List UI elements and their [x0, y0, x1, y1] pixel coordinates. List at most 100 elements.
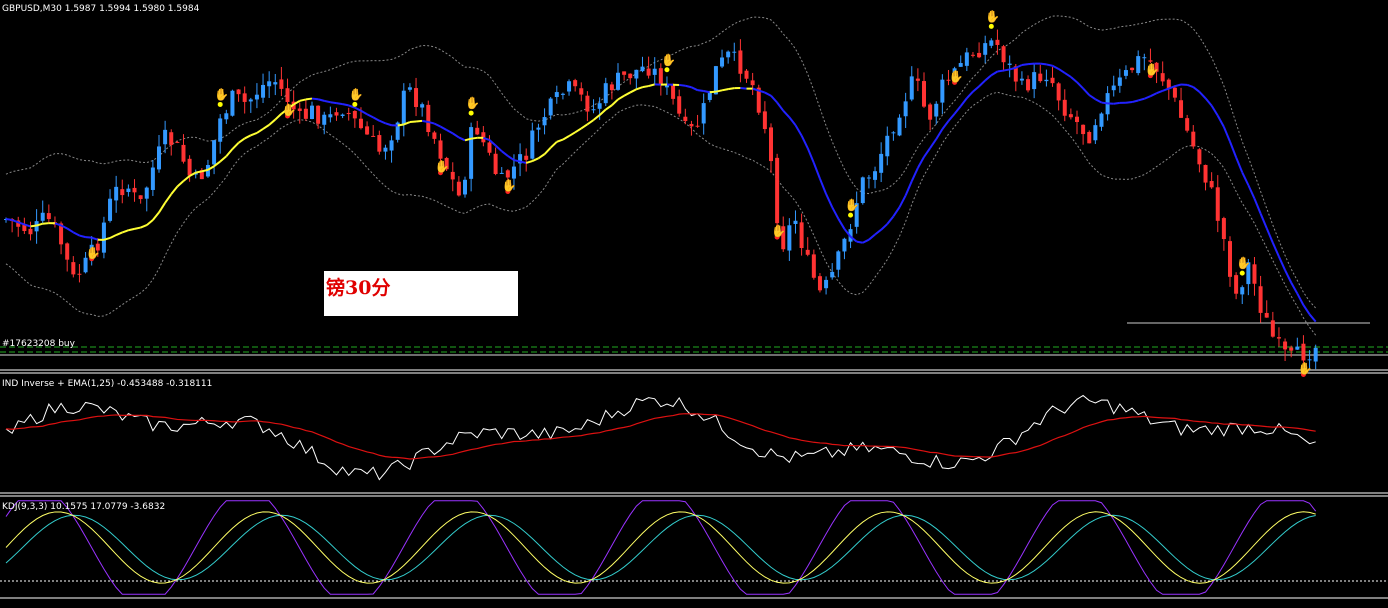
candles [4, 29, 1318, 372]
candle-body [548, 98, 553, 116]
ma-segment [470, 136, 478, 140]
ma-segment [978, 79, 986, 88]
ma-segment [91, 236, 99, 241]
ma-segment [721, 88, 729, 92]
candle-body [964, 52, 969, 66]
candle-body [132, 187, 137, 193]
top-dot-marker [468, 110, 474, 116]
ma-segment [1302, 304, 1311, 315]
candle-body [940, 79, 945, 103]
ma-segment [336, 102, 343, 106]
hand-icon: ✋ [465, 96, 480, 110]
ma-segment [709, 90, 717, 94]
top-dot-marker [217, 101, 223, 107]
ma-segment [935, 128, 944, 140]
candle-body [169, 132, 174, 145]
kdj-j-line [5, 500, 1317, 595]
candle-body [793, 220, 798, 224]
ma-segment [549, 141, 558, 149]
ma-segment [433, 122, 441, 128]
candle-body [432, 132, 437, 139]
kdj-k-line [5, 511, 1316, 584]
candle-body [1234, 275, 1239, 294]
candle-body [1258, 286, 1263, 313]
candle-body [1228, 241, 1232, 277]
ma-segment [378, 119, 386, 125]
ma-segment [953, 105, 962, 115]
ma-segment [568, 131, 576, 137]
ma-segment [421, 119, 429, 123]
ma-segment [1290, 282, 1299, 295]
candle-body [928, 104, 933, 120]
ma-segment [397, 123, 404, 127]
candle-body [567, 81, 572, 92]
ma-segment [1046, 63, 1053, 67]
top-dot-marker [664, 67, 670, 73]
ma-segment [1247, 184, 1256, 200]
ma-segment [764, 91, 772, 97]
candle-body [866, 177, 871, 179]
candle-body [261, 84, 266, 98]
candle-body [426, 104, 431, 133]
inverse-line [5, 394, 1316, 481]
ma-segment [342, 103, 349, 107]
candle-body [720, 57, 725, 67]
candle-body [1276, 337, 1281, 339]
ma-segment [959, 97, 968, 107]
ma-segment [997, 69, 1004, 73]
candle-body [65, 243, 70, 260]
candle-body [1179, 100, 1184, 118]
ma-segment [629, 88, 637, 94]
candle-body [879, 153, 884, 173]
candle-body [885, 135, 890, 157]
candle-body [346, 112, 351, 115]
ma-segment [941, 120, 950, 130]
candle-body [279, 79, 284, 89]
ma-segment [140, 224, 148, 229]
hand-icon: ✋ [1297, 361, 1312, 375]
ma-segment [152, 211, 160, 221]
candle-body [1130, 67, 1135, 71]
candle-body [267, 81, 272, 87]
ma-segment [782, 110, 791, 118]
ma-segment [237, 137, 246, 144]
ma-segment [1222, 126, 1231, 143]
ma-segment [219, 155, 227, 163]
candle-body [922, 81, 926, 107]
ma-segment [360, 109, 368, 116]
candle-body [817, 276, 822, 291]
annotation-box: 镑30分 [324, 271, 518, 316]
candle-body [1289, 347, 1294, 351]
ma-segment [66, 227, 74, 234]
candle-body [958, 63, 963, 67]
ma-segment [1137, 97, 1145, 102]
candle-body [536, 127, 541, 130]
ma-segment [794, 124, 803, 137]
ma-segment [947, 113, 956, 122]
ma-segment [543, 146, 552, 155]
ma-segment [1131, 99, 1139, 104]
ma-segment [531, 157, 539, 162]
ma-segment [231, 142, 240, 150]
ma-segment [225, 148, 234, 157]
ma-segment [440, 125, 448, 131]
ma-segment [1064, 72, 1072, 78]
ma-segment [164, 193, 173, 204]
candle-body [995, 39, 1000, 45]
ma-segment [556, 138, 564, 143]
ma-segment [929, 138, 938, 149]
ma-segment [880, 223, 888, 231]
candle-body [1172, 87, 1177, 98]
candle-body [1197, 149, 1202, 165]
candle-body [1191, 131, 1196, 147]
ma-segment [201, 168, 209, 173]
ma-segment [856, 240, 863, 244]
ma-segment [831, 206, 840, 220]
inverse-header: IND Inverse + EMA(1,25) -0.453488 -0.318… [2, 379, 212, 389]
top-dot-marker [1239, 270, 1245, 276]
ma-segment [1259, 213, 1268, 229]
candle-body [456, 181, 461, 196]
candle-body [1075, 116, 1079, 123]
ma-segment [195, 170, 203, 174]
candle-body [1160, 73, 1165, 82]
